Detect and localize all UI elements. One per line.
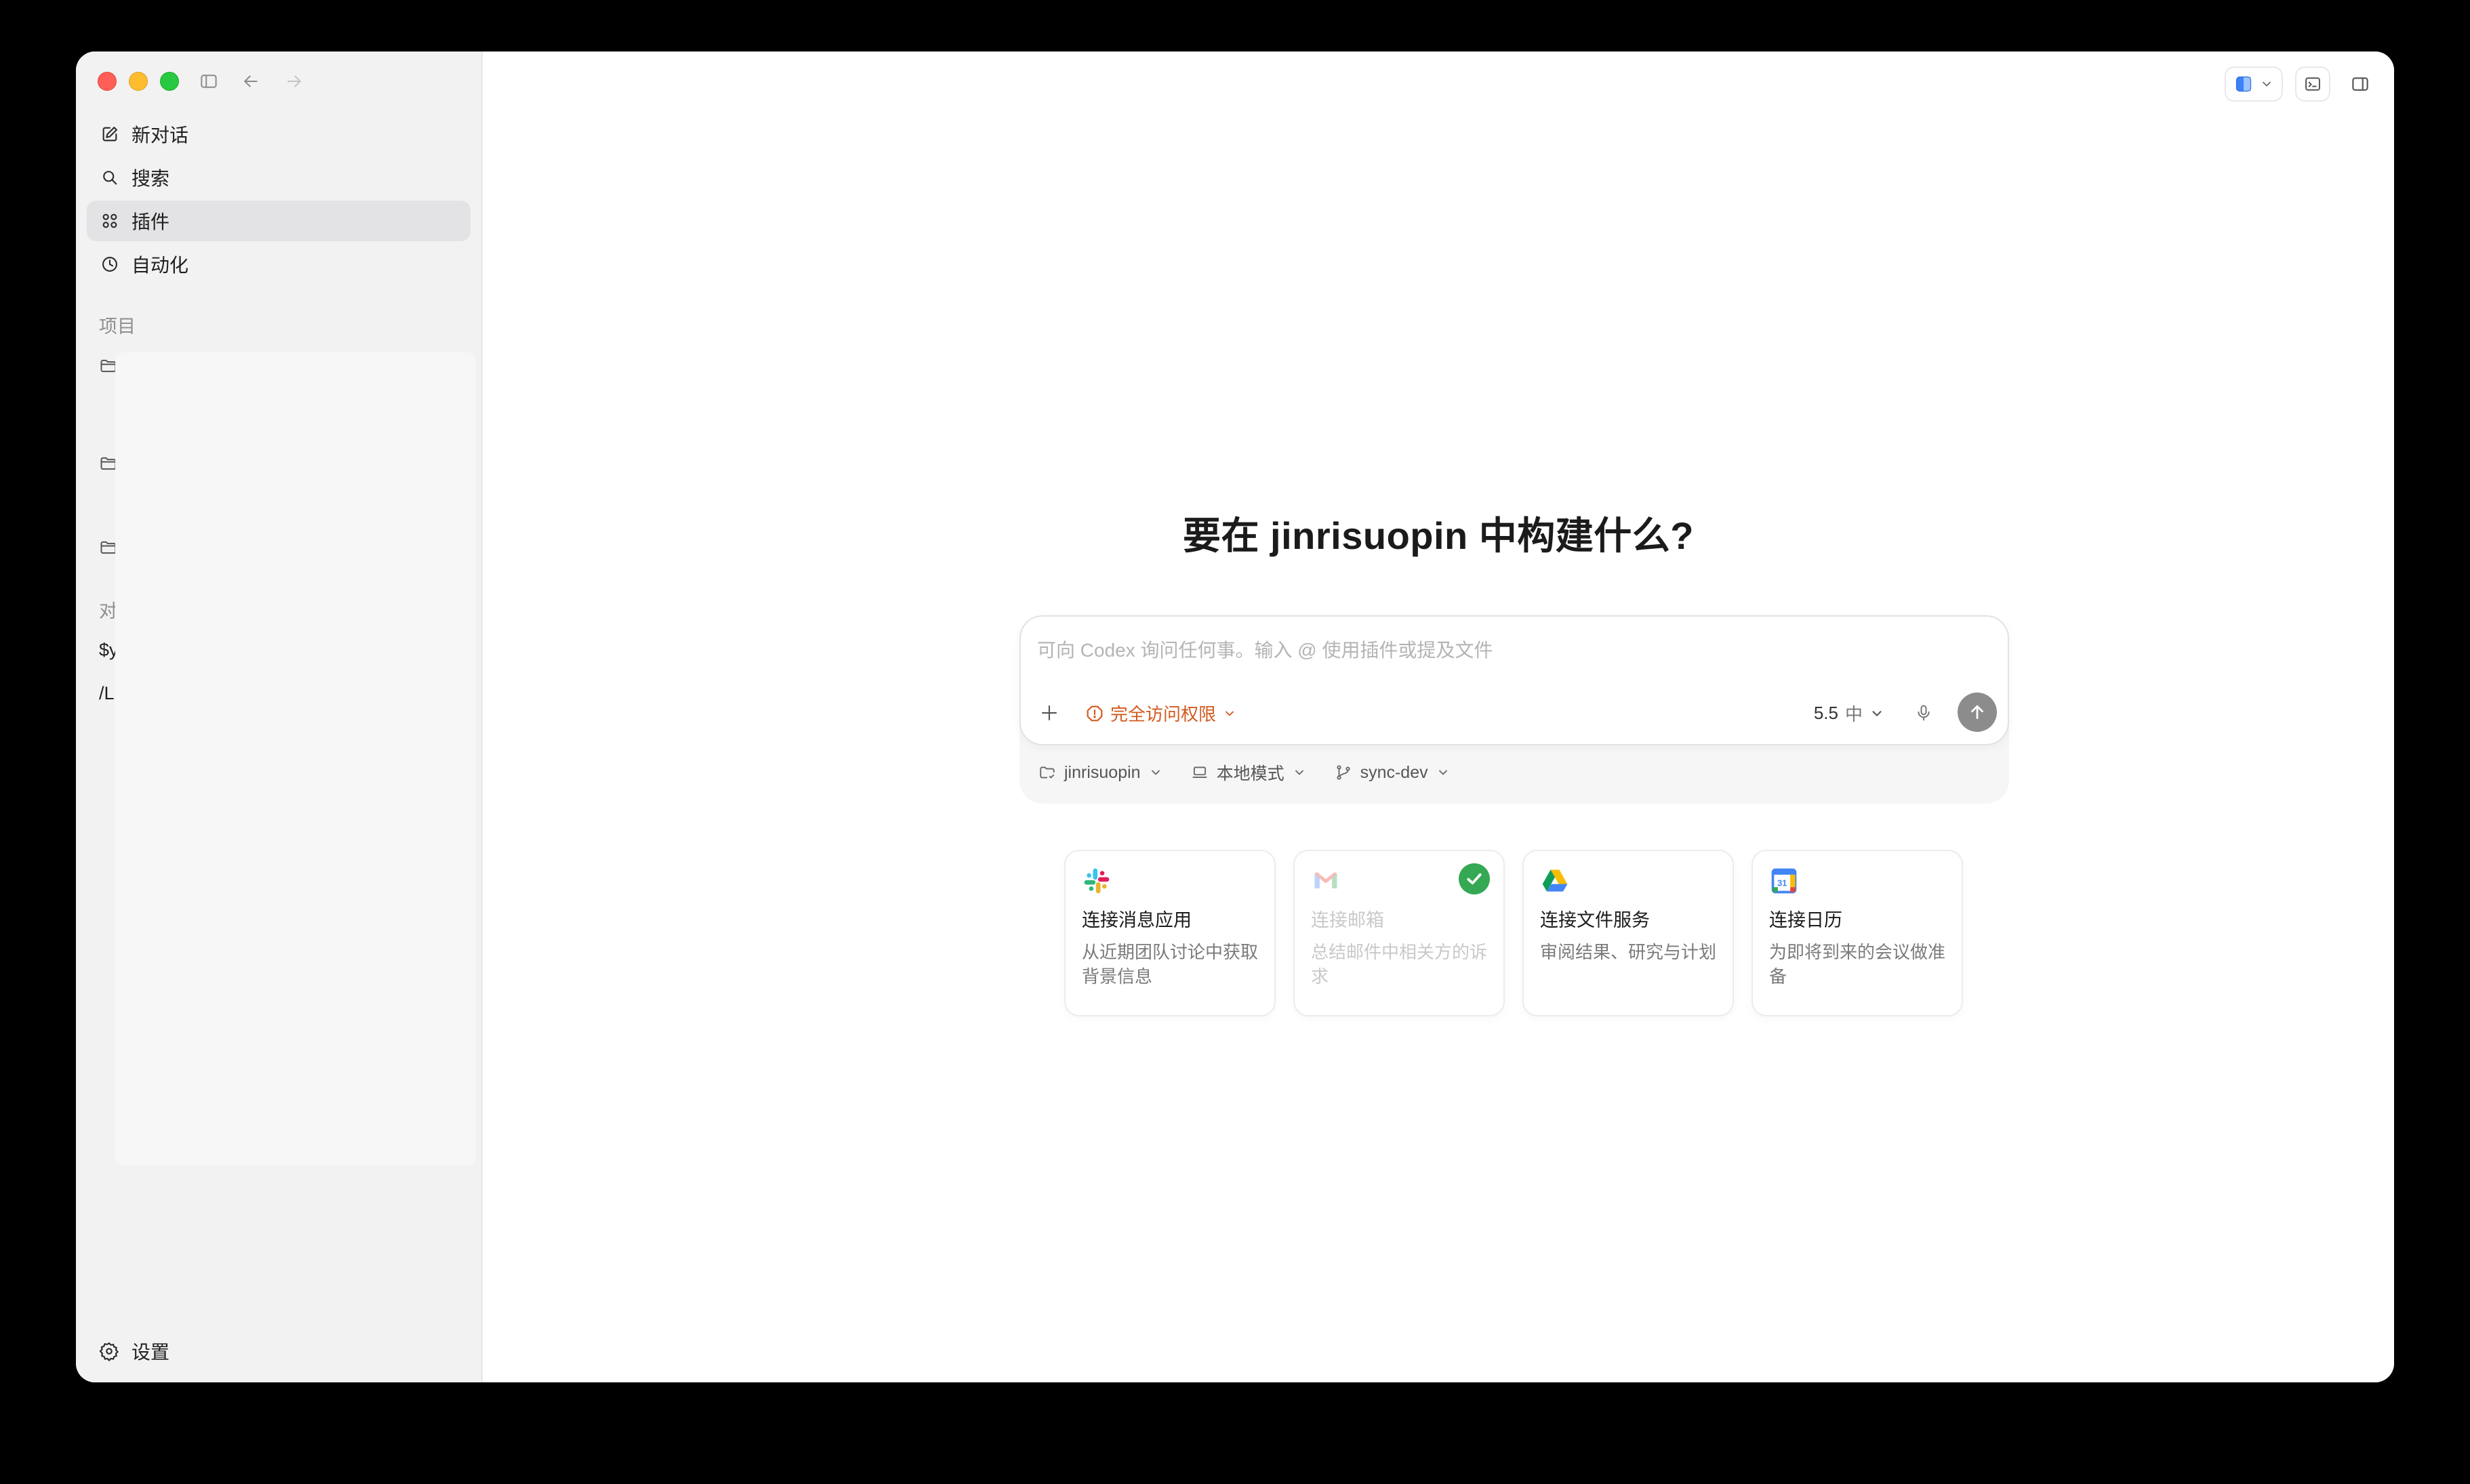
send-button[interactable] xyxy=(1958,693,1997,732)
back-button[interactable] xyxy=(240,70,262,92)
chevron-down-icon xyxy=(1151,770,1160,775)
chevron-down-icon xyxy=(1438,770,1447,775)
app-window: 新对话 搜索 插件 自动化 项目 对 $y /L 设置 要在 jinrisuop… xyxy=(76,51,2394,1382)
google-calendar-icon: 31 xyxy=(1769,866,1799,896)
plus-icon xyxy=(1041,705,1057,721)
close-window-button[interactable] xyxy=(98,72,117,91)
zoom-window-button[interactable] xyxy=(160,72,179,91)
permission-label: 完全访问权限 xyxy=(1110,704,1217,724)
clock-icon xyxy=(102,257,117,272)
laptop-icon xyxy=(1192,766,1207,778)
workspace-label: jinrisuopin xyxy=(1064,762,1141,782)
toolbar-right xyxy=(2225,66,2378,102)
sidebar-item-automation[interactable]: 自动化 xyxy=(87,244,470,285)
sidebar-nav: 新对话 搜索 插件 自动化 xyxy=(87,114,470,287)
branch-label: sync-dev xyxy=(1360,762,1428,782)
sidebar-item-label: 搜索 xyxy=(131,168,170,189)
sidebar-item-new-chat[interactable]: 新对话 xyxy=(87,114,470,154)
card-description: 从近期团队讨论中获取背景信息 xyxy=(1082,942,1259,987)
connector-card-calendar[interactable]: 31 连接日历 为即将到来的会议做准备 xyxy=(1752,850,1963,1016)
arrow-up-icon xyxy=(1971,705,1983,720)
chevron-down-icon xyxy=(1226,711,1234,716)
minimize-window-button[interactable] xyxy=(129,72,148,91)
window-controls xyxy=(98,72,179,91)
connector-card-email[interactable]: 连接邮箱 总结邮件中相关方的诉求 xyxy=(1293,850,1505,1016)
add-attachment-button[interactable] xyxy=(1036,699,1063,726)
svg-text:31: 31 xyxy=(1777,878,1787,888)
projects-section-label: 项目 xyxy=(99,316,136,337)
context-bar: jinrisuopin 本地模式 sync-dev xyxy=(1038,760,1450,785)
popover-panel xyxy=(115,352,476,1166)
forward-button[interactable] xyxy=(283,70,305,92)
main-area: 要在 jinrisuopin 中构建什么? 可向 Codex 询问任何事。输入 … xyxy=(483,51,2394,1382)
card-description: 总结邮件中相关方的诉求 xyxy=(1311,942,1488,987)
workspace-selector[interactable]: jinrisuopin xyxy=(1038,763,1162,783)
settings-label: 设置 xyxy=(131,1342,170,1363)
card-description: 审阅结果、研究与计划 xyxy=(1540,942,1717,962)
sidebar-item-label: 新对话 xyxy=(131,125,189,146)
voice-input-button[interactable] xyxy=(1910,699,1937,726)
finder-icon xyxy=(2235,76,2252,92)
connector-card-files[interactable]: 连接文件服务 审阅结果、研究与计划 xyxy=(1522,850,1734,1016)
chevron-down-icon xyxy=(1872,710,1882,716)
sidebar-toggle-icon xyxy=(201,75,217,88)
branch-selector[interactable]: sync-dev xyxy=(1335,763,1450,783)
card-title: 连接日历 xyxy=(1769,910,1842,930)
page-title: 要在 jinrisuopin 中构建什么? xyxy=(1182,514,1695,557)
toggle-right-panel-button[interactable] xyxy=(2343,66,2378,102)
gear-icon xyxy=(99,1342,119,1361)
model-effort: 中 xyxy=(1844,704,1863,724)
mode-selector[interactable]: 本地模式 xyxy=(1191,760,1306,785)
permission-dropdown[interactable]: 完全访问权限 xyxy=(1086,701,1236,726)
chats-section-label: 对 xyxy=(99,601,117,621)
warning-icon xyxy=(1087,705,1103,721)
google-drive-icon xyxy=(1540,866,1570,896)
slack-icon xyxy=(1082,866,1112,896)
composer[interactable]: 可向 Codex 询问任何事。输入 @ 使用插件或提及文件 完全访问权限 5.5… xyxy=(1019,615,2009,745)
card-title: 连接文件服务 xyxy=(1540,910,1650,930)
chevron-down-icon xyxy=(1295,770,1303,775)
microphone-icon xyxy=(1918,705,1930,721)
open-in-app-button[interactable] xyxy=(2225,66,2283,102)
checkmark-icon xyxy=(1467,873,1482,885)
chevron-down-icon xyxy=(2263,81,2271,87)
card-title: 连接消息应用 xyxy=(1082,910,1192,930)
connector-cards: 连接消息应用 从近期团队讨论中获取背景信息 连接邮箱 总结邮件中相关方的诉求 连… xyxy=(1064,850,1963,1016)
edit-icon xyxy=(102,127,117,142)
chat-item[interactable]: /L xyxy=(99,683,115,704)
right-panel-icon xyxy=(2352,77,2368,91)
mode-label: 本地模式 xyxy=(1216,764,1284,783)
sidebar: 新对话 搜索 插件 自动化 项目 对 $y /L 设置 xyxy=(76,51,483,1382)
card-title: 连接邮箱 xyxy=(1311,910,1384,930)
card-description: 为即将到来的会议做准备 xyxy=(1769,942,1946,987)
composer-container: 可向 Codex 询问任何事。输入 @ 使用插件或提及文件 完全访问权限 5.5… xyxy=(1019,615,2009,804)
folder-sync-icon xyxy=(1040,766,1055,779)
sidebar-item-search[interactable]: 搜索 xyxy=(87,157,470,198)
connected-check-badge xyxy=(1459,863,1490,894)
git-branch-icon xyxy=(1336,765,1350,780)
terminal-icon xyxy=(2305,77,2320,91)
sidebar-item-label: 插件 xyxy=(131,211,170,232)
sidebar-item-label: 自动化 xyxy=(131,255,189,276)
settings-button[interactable]: 设置 xyxy=(99,1338,169,1365)
model-version: 5.5 xyxy=(1813,703,1838,723)
toggle-sidebar-button[interactable] xyxy=(198,70,220,92)
arrow-right-icon xyxy=(287,75,301,87)
connector-card-messaging[interactable]: 连接消息应用 从近期团队讨论中获取背景信息 xyxy=(1064,850,1276,1016)
prompt-input[interactable]: 可向 Codex 询问任何事。输入 @ 使用插件或提及文件 xyxy=(1037,636,1493,663)
arrow-left-icon xyxy=(244,75,258,87)
terminal-button[interactable] xyxy=(2295,66,2330,102)
search-icon xyxy=(103,171,117,185)
model-selector[interactable]: 5.5 中 xyxy=(1814,701,1884,726)
gmail-icon xyxy=(1311,866,1341,896)
sidebar-item-plugins[interactable]: 插件 xyxy=(87,201,470,241)
plugins-grid-icon xyxy=(102,213,117,228)
